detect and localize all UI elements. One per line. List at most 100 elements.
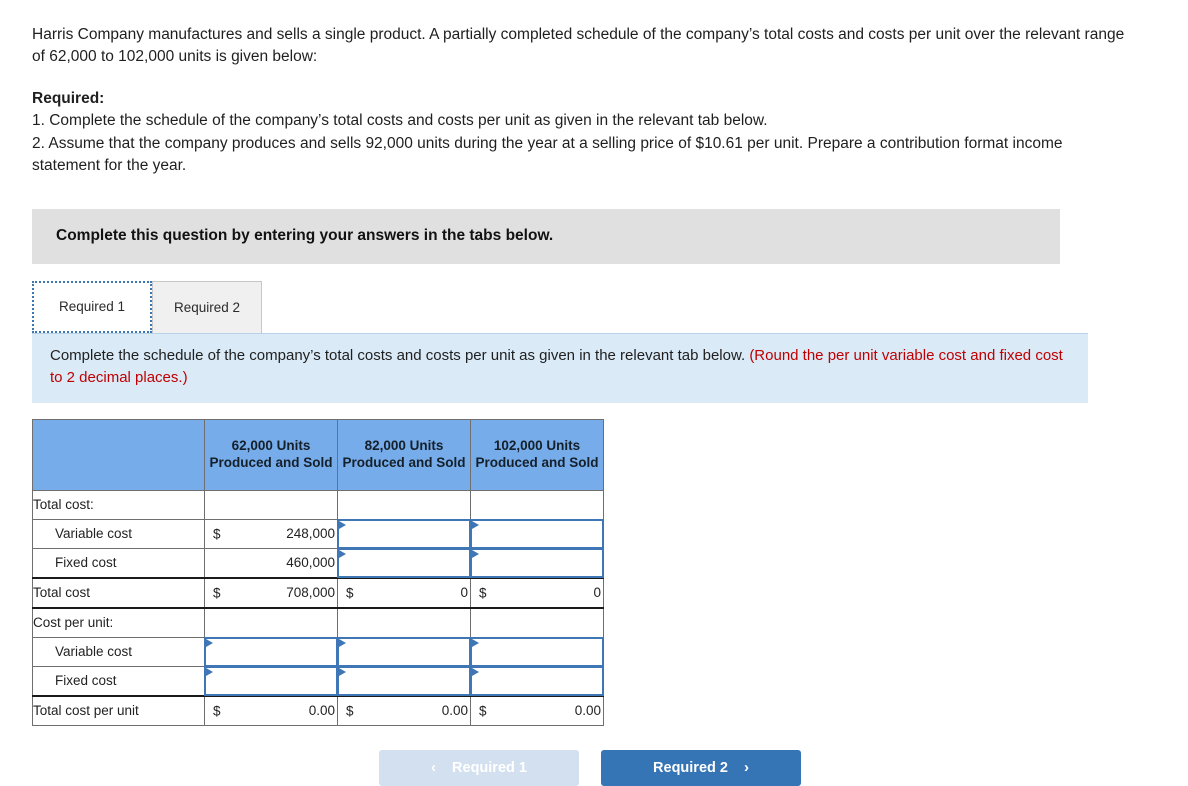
currency-symbol: $ <box>213 526 221 542</box>
input-box[interactable] <box>337 518 471 549</box>
input-box[interactable] <box>204 665 338 696</box>
input-marker-icon <box>206 638 213 647</box>
schedule-input-cell[interactable] <box>337 636 471 667</box>
tab-required-2-label: Required 2 <box>173 299 241 315</box>
table-row: Fixed cost <box>32 665 604 697</box>
table-header-col-62000: 62,000 Units Produced and Sold <box>204 418 338 491</box>
cell-value: 248,000 <box>286 526 335 542</box>
table-row: Total cost per unit $0.00 $0.00 $0.00 <box>32 694 604 726</box>
chevron-left-icon: ‹ <box>431 759 437 777</box>
input-box[interactable] <box>337 547 471 578</box>
cell-value: 708,000 <box>286 585 335 601</box>
input-marker-icon <box>472 667 479 676</box>
input-box[interactable] <box>337 636 471 667</box>
input-box[interactable] <box>470 518 604 549</box>
tab-required-1-label: Required 1 <box>58 299 126 315</box>
table-header-row: 62,000 Units Produced and Sold 82,000 Un… <box>32 418 604 491</box>
schedule-input-cell[interactable] <box>470 665 604 697</box>
tab-strip: Required 1 Required 2 <box>32 280 1088 334</box>
chevron-right-icon: › <box>743 759 749 777</box>
input-box[interactable] <box>470 665 604 696</box>
input-marker-icon <box>472 520 479 529</box>
input-marker-icon <box>472 549 479 558</box>
row-label: Fixed cost <box>32 665 205 697</box>
cell-value: 0.00 <box>441 703 468 719</box>
prev-required-1-label: Required 1 <box>452 759 527 776</box>
input-box[interactable] <box>470 636 604 667</box>
table-header-col-102000: 102,000 Units Produced and Sold <box>470 418 604 491</box>
schedule-blank-cell <box>470 489 604 520</box>
required-item-2: 2. Assume that the company produces and … <box>32 134 1063 175</box>
table-row: Variable cost $248,000 <box>32 518 604 549</box>
cell-value: 0 <box>593 585 601 601</box>
schedule-value-cell: $0.00 <box>337 694 471 726</box>
table-row: Fixed cost 460,000 <box>32 547 604 579</box>
table-row: Total cost: <box>32 489 604 520</box>
schedule-blank-cell <box>337 489 471 520</box>
schedule-value-cell: $248,000 <box>204 518 338 549</box>
instructions-banner: Complete this question by entering your … <box>32 208 1060 264</box>
cost-schedule-table: 62,000 Units Produced and Sold 82,000 Un… <box>32 418 604 726</box>
tab-required-1[interactable]: Required 1 <box>32 280 152 333</box>
table-header-corner <box>32 418 205 491</box>
currency-symbol: $ <box>346 585 354 601</box>
input-box[interactable] <box>470 547 604 578</box>
schedule-value-cell: $0.00 <box>470 694 604 726</box>
currency-symbol: $ <box>479 703 487 719</box>
schedule-input-cell[interactable] <box>204 636 338 667</box>
schedule-value-cell: 460,000 <box>204 547 338 579</box>
tab-navigation: ‹ Required 1 Required 2 › <box>32 749 1088 786</box>
table-row: Total cost $708,000 $0 $0 <box>32 576 604 609</box>
row-label: Variable cost <box>32 636 205 667</box>
currency-symbol: $ <box>479 585 487 601</box>
currency-symbol: $ <box>213 585 221 601</box>
row-label: Total cost <box>32 576 205 609</box>
schedule-blank-cell <box>470 607 604 638</box>
row-label: Total cost: <box>32 489 205 520</box>
input-marker-icon <box>339 638 346 647</box>
input-box[interactable] <box>204 636 338 667</box>
input-marker-icon <box>339 549 346 558</box>
table-header-col-82000: 82,000 Units Produced and Sold <box>337 418 471 491</box>
input-marker-icon <box>206 667 213 676</box>
schedule-input-cell[interactable] <box>204 665 338 697</box>
next-required-2-label: Required 2 <box>653 759 728 776</box>
input-marker-icon <box>339 520 346 529</box>
currency-symbol: $ <box>213 703 221 719</box>
schedule-value-cell: $0.00 <box>204 694 338 726</box>
required-item-1: 1. Complete the schedule of the company’… <box>32 112 768 130</box>
instructions-banner-text: Complete this question by entering your … <box>56 227 554 245</box>
tab-required-2[interactable]: Required 2 <box>152 280 262 333</box>
next-required-2-button[interactable]: Required 2 › <box>601 749 801 786</box>
schedule-blank-cell <box>204 489 338 520</box>
tab-instruction-main: Complete the schedule of the company’s t… <box>50 346 746 364</box>
input-marker-icon <box>472 638 479 647</box>
cell-value: 460,000 <box>286 555 335 571</box>
cell-value: 0 <box>460 585 468 601</box>
cell-value: 0.00 <box>308 703 335 719</box>
currency-symbol: $ <box>346 703 354 719</box>
tab-instruction-bar: Complete the schedule of the company’s t… <box>32 333 1088 403</box>
row-label: Variable cost <box>32 518 205 549</box>
schedule-blank-cell <box>204 607 338 638</box>
row-label: Fixed cost <box>32 547 205 579</box>
schedule-input-cell[interactable] <box>337 665 471 697</box>
schedule-input-cell[interactable] <box>337 518 471 549</box>
schedule-input-cell[interactable] <box>470 518 604 549</box>
problem-intro: Harris Company manufactures and sells a … <box>32 26 1125 66</box>
schedule-input-cell[interactable] <box>337 547 471 579</box>
row-label: Total cost per unit <box>32 694 205 726</box>
exercise-page: Harris Company manufactures and sells a … <box>0 0 1188 786</box>
schedule-value-cell: $0 <box>337 576 471 609</box>
cell-value: 0.00 <box>574 703 601 719</box>
prev-required-1-button[interactable]: ‹ Required 1 <box>379 749 579 786</box>
schedule-input-cell[interactable] <box>470 636 604 667</box>
input-box[interactable] <box>337 665 471 696</box>
required-heading: Required: <box>32 89 105 107</box>
schedule-value-cell: $708,000 <box>204 576 338 609</box>
required-block: Required: 1. Complete the schedule of th… <box>32 88 1072 178</box>
row-label: Cost per unit: <box>32 607 205 638</box>
input-marker-icon <box>339 667 346 676</box>
schedule-value-cell: $0 <box>470 576 604 609</box>
schedule-input-cell[interactable] <box>470 547 604 579</box>
